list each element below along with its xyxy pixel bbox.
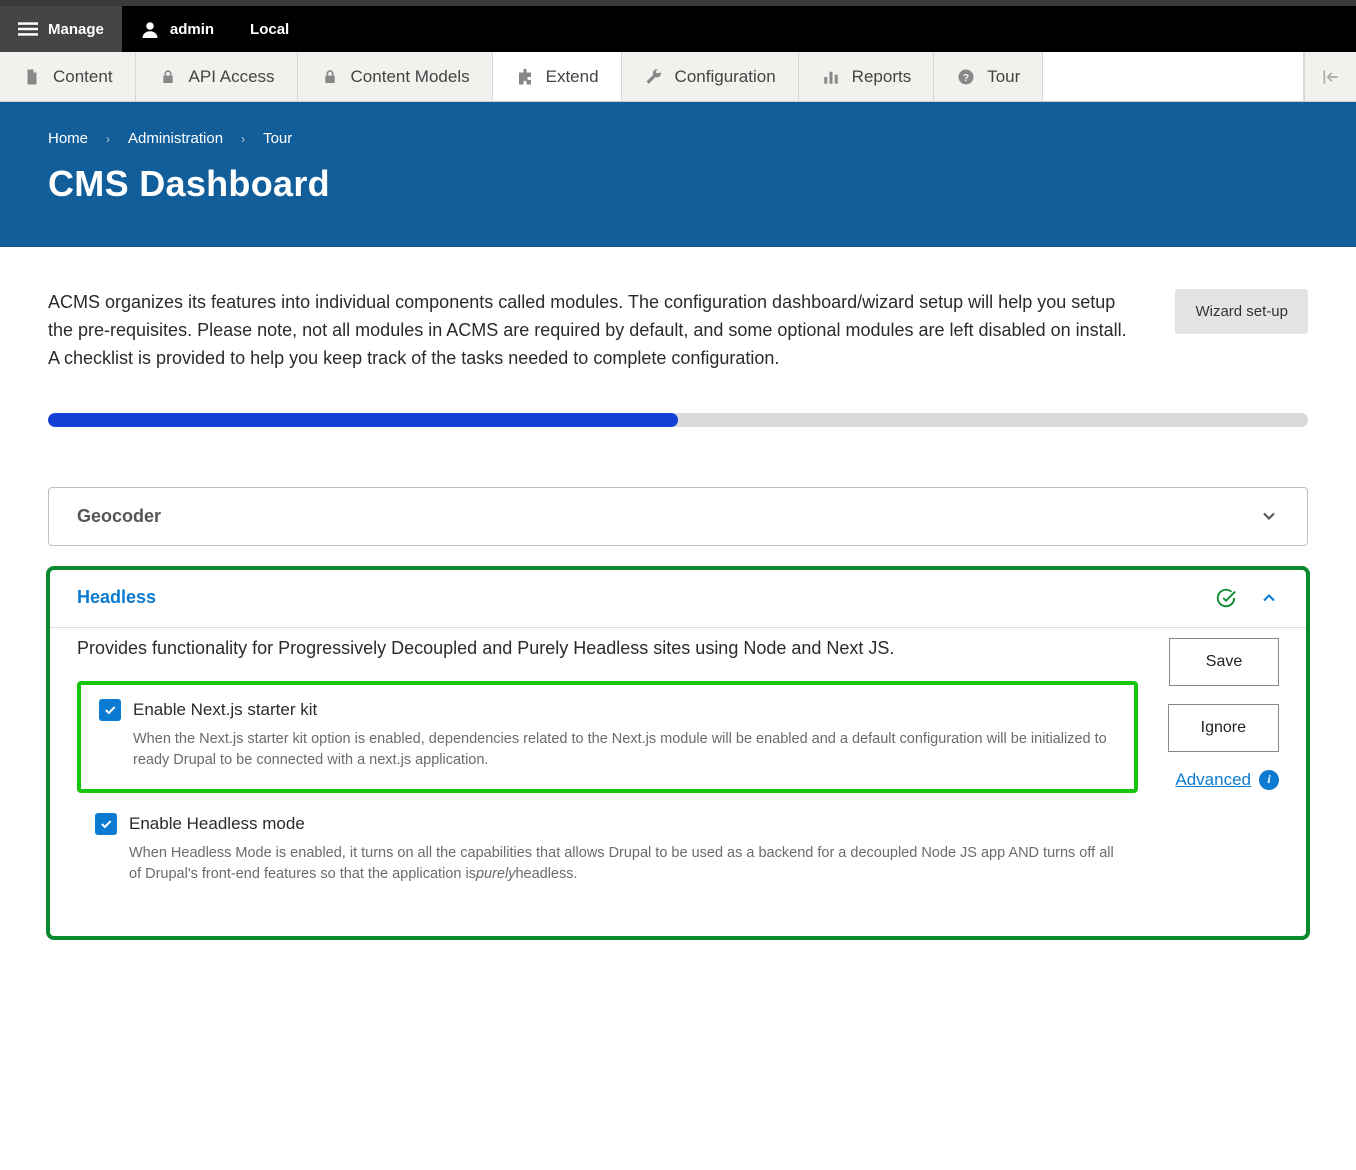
user-icon: [140, 19, 160, 39]
option-headless-sub: When Headless Mode is enabled, it turns …: [129, 843, 1120, 885]
tab-reports[interactable]: Reports: [799, 52, 935, 101]
panel-actions: Save Ignore Advanced i: [1168, 638, 1279, 790]
lock-icon: [158, 67, 178, 87]
intro-text: ACMS organizes its features into individ…: [48, 289, 1135, 373]
tab-api-access[interactable]: API Access: [136, 52, 298, 101]
panel-headless: Headless Provides functionality for Prog…: [48, 568, 1308, 938]
checkbox-headless[interactable]: [95, 813, 117, 835]
chevron-right-icon: ›: [106, 132, 110, 146]
breadcrumb: Home › Administration › Tour: [48, 130, 1308, 147]
breadcrumb-admin[interactable]: Administration: [128, 130, 223, 147]
headless-description: Provides functionality for Progressively…: [77, 638, 1138, 659]
main-content: ACMS organizes its features into individ…: [0, 247, 1356, 1002]
env-label: Local: [250, 21, 289, 38]
check-icon: [99, 817, 113, 831]
svg-text:?: ?: [963, 71, 969, 83]
panel-geocoder-title: Geocoder: [77, 506, 1259, 527]
tab-content[interactable]: Content: [0, 52, 136, 101]
question-icon: ?: [956, 67, 976, 87]
save-button[interactable]: Save: [1169, 638, 1279, 686]
option-nextjs-starter: Enable Next.js starter kit When the Next…: [77, 681, 1138, 793]
advanced-link[interactable]: Advanced: [1175, 770, 1251, 790]
ignore-button[interactable]: Ignore: [1168, 704, 1279, 752]
top-toolbar: Manage admin Local: [0, 6, 1356, 52]
check-circle-icon: [1215, 587, 1237, 609]
collapse-left-icon: [1321, 67, 1341, 87]
user-menu[interactable]: admin: [122, 6, 232, 52]
check-icon: [103, 703, 117, 717]
env-indicator[interactable]: Local: [232, 6, 307, 52]
chevron-up-icon: [1259, 588, 1279, 608]
option-nextjs-sub: When the Next.js starter kit option is e…: [133, 729, 1116, 771]
tab-blank: [1043, 52, 1304, 101]
progress-fill: [48, 413, 678, 427]
option-nextjs-label: Enable Next.js starter kit: [133, 700, 317, 720]
wizard-setup-button[interactable]: Wizard set-up: [1175, 289, 1308, 334]
panel-headless-title: Headless: [77, 587, 1215, 608]
user-label: admin: [170, 21, 214, 38]
info-icon[interactable]: i: [1259, 770, 1279, 790]
option-headless-label: Enable Headless mode: [129, 814, 305, 834]
chevron-right-icon: ›: [241, 132, 245, 146]
bar-chart-icon: [821, 67, 841, 87]
manage-toggle[interactable]: Manage: [0, 6, 122, 52]
wrench-icon: [644, 67, 664, 87]
page-hero: Home › Administration › Tour CMS Dashboa…: [0, 102, 1356, 247]
file-icon: [22, 67, 42, 87]
panel-geocoder-header[interactable]: Geocoder: [49, 488, 1307, 545]
page-title: CMS Dashboard: [48, 163, 1308, 205]
tab-configuration[interactable]: Configuration: [622, 52, 799, 101]
manage-label: Manage: [48, 21, 104, 38]
hamburger-icon: [18, 19, 38, 39]
breadcrumb-home[interactable]: Home: [48, 130, 88, 147]
progress-bar: [48, 413, 1308, 427]
collapse-toolbar-button[interactable]: [1304, 52, 1356, 101]
panel-headless-body: Provides functionality for Progressively…: [49, 627, 1307, 937]
option-headless-mode: Enable Headless mode When Headless Mode …: [77, 799, 1138, 903]
chevron-down-icon: [1259, 506, 1279, 526]
lock-icon: [320, 67, 340, 87]
tab-content-models[interactable]: Content Models: [298, 52, 493, 101]
panel-headless-header[interactable]: Headless: [49, 569, 1307, 627]
breadcrumb-tour[interactable]: Tour: [263, 130, 292, 147]
admin-tabs: Content API Access Content Models Extend…: [0, 52, 1356, 102]
puzzle-icon: [515, 67, 535, 87]
tab-extend[interactable]: Extend: [493, 52, 622, 101]
checkbox-nextjs[interactable]: [99, 699, 121, 721]
panel-geocoder: Geocoder: [48, 487, 1308, 546]
tab-tour[interactable]: ? Tour: [934, 52, 1043, 101]
